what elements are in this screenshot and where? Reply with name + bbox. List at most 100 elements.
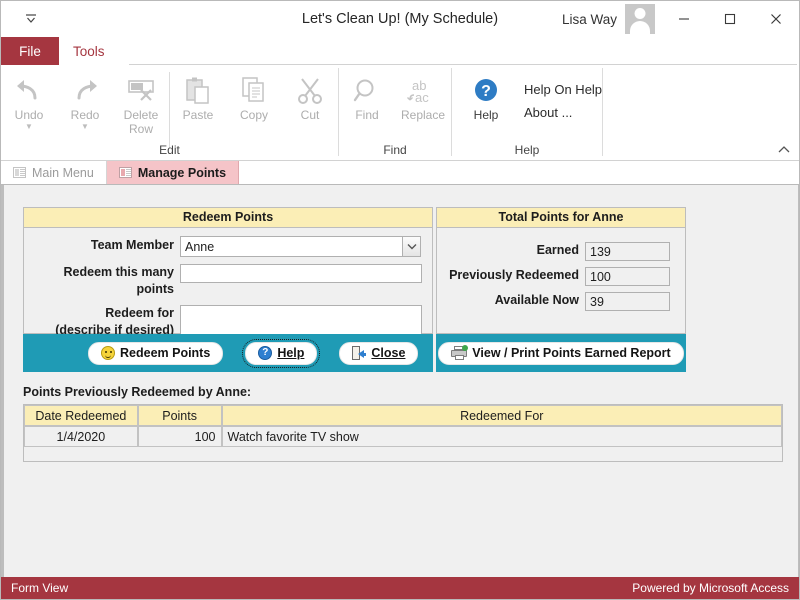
ribbon-button-cut[interactable]: Cut [282, 68, 338, 122]
ribbon-button-label: Delete Row [123, 108, 159, 136]
table-row[interactable]: 1/4/2020 100 Watch favorite TV show [24, 426, 782, 447]
document-tab-strip: Main Menu Manage Points [1, 161, 799, 185]
team-member-row: Team Member [24, 236, 432, 257]
help-circle-icon: ? [258, 346, 273, 360]
ribbon-group-title: Help [514, 143, 540, 157]
team-member-combobox[interactable] [180, 236, 421, 257]
title-bar-right-controls: Lisa Way [562, 1, 799, 37]
close-button[interactable] [753, 4, 799, 34]
close-form-button[interactable]: Close [339, 341, 419, 365]
ribbon-button-label: Undo [14, 108, 44, 122]
title-bar: Let's Clean Up! (My Schedule) Lisa Way [1, 1, 799, 37]
chevron-down-icon[interactable]: ▼ [25, 122, 33, 131]
form-icon [118, 167, 132, 178]
previously-redeemed-row: Previously Redeemed 100 [437, 267, 685, 286]
help-button[interactable]: ? Help [242, 338, 321, 368]
ribbon-empty-space [603, 65, 799, 161]
ribbon-button-label: Cut [300, 108, 320, 122]
team-member-input[interactable] [180, 236, 402, 257]
scissors-icon [295, 74, 325, 108]
ribbon: Undo ▼ Redo ▼ Delete Row Paste Copy Cut … [1, 65, 799, 161]
ribbon-group-edit: Undo ▼ Redo ▼ Delete Row Paste Copy Cut … [1, 65, 338, 161]
redeem-points-panel: Redeem Points Team Member Redeem this ma… [23, 207, 433, 340]
ab-ac-replace-icon: ab ac [406, 74, 440, 108]
redeemed-history-datasheet: Date Redeemed Points Redeemed For 1/4/20… [23, 404, 783, 462]
total-points-panel-title: Total Points for Anne [437, 208, 685, 228]
customize-quick-access-toolbar-icon[interactable] [23, 11, 39, 27]
earned-row: Earned 139 [437, 242, 685, 261]
view-print-points-report-label: View / Print Points Earned Report [472, 346, 671, 360]
redeem-points-amount-input[interactable] [180, 264, 422, 283]
status-bar-powered-by: Powered by Microsoft Access [632, 581, 789, 595]
ribbon-button-label: Copy [239, 108, 268, 122]
redo-arrow-icon [70, 74, 100, 108]
ribbon-button-delete-row[interactable]: Delete Row [113, 68, 169, 136]
column-header-points[interactable]: Points [137, 405, 222, 426]
table-header-row: Date Redeemed Points Redeemed For [24, 405, 782, 426]
svg-text:ac: ac [415, 90, 429, 105]
redeem-points-button[interactable]: Redeem Points [88, 341, 224, 365]
ribbon-button-label: Redo [70, 108, 100, 122]
ribbon-button-replace[interactable]: ab ac Replace [395, 68, 451, 122]
chevron-down-icon[interactable] [402, 236, 421, 257]
document-tab-label: Main Menu [32, 165, 94, 180]
document-tab-main-menu[interactable]: Main Menu [1, 161, 107, 184]
total-points-panel: Total Points for Anne Earned 139 Previou… [436, 207, 686, 334]
ribbon-group-title: Find [383, 143, 407, 157]
help-question-icon: ? [471, 74, 501, 108]
ribbon-button-label: Help [473, 108, 499, 122]
form-icon [13, 167, 26, 178]
svg-text:?: ? [481, 83, 491, 100]
ribbon-button-label: Paste [182, 108, 214, 122]
redeem-points-panel-title: Redeem Points [24, 208, 432, 228]
ribbon-button-help[interactable]: ? Help [458, 68, 514, 122]
status-bar-view-label: Form View [11, 581, 69, 595]
ribbon-button-find[interactable]: Find [339, 68, 395, 122]
avatar[interactable] [625, 4, 655, 34]
ribbon-tab-file[interactable]: File [1, 37, 59, 65]
previously-redeemed-value: 100 [585, 267, 670, 286]
close-form-button-label: Close [371, 346, 406, 360]
access-application-window: Let's Clean Up! (My Schedule) Lisa Way F… [0, 0, 800, 600]
chevron-down-icon[interactable]: ▼ [81, 122, 89, 131]
printer-icon [451, 345, 469, 360]
delete-row-icon [126, 74, 156, 108]
smiley-icon [101, 346, 115, 360]
clipboard-paste-icon [183, 74, 213, 108]
available-now-value: 39 [585, 292, 670, 311]
earned-value: 139 [585, 242, 670, 261]
help-link-about[interactable]: About ... [524, 101, 602, 124]
collapse-ribbon-chevron-icon[interactable] [777, 144, 791, 158]
ribbon-group-help: ? Help Help On Help About ... Help [452, 65, 602, 161]
ribbon-group-title: Edit [159, 143, 180, 157]
copy-pages-icon [239, 74, 269, 108]
ribbon-tab-tools[interactable]: Tools [59, 37, 119, 65]
redeem-amount-row: Redeem this many points [24, 264, 432, 298]
exit-door-icon [352, 346, 367, 360]
signed-in-user-name[interactable]: Lisa Way [562, 12, 617, 27]
redeem-points-amount-label: Redeem this many points [63, 265, 174, 296]
ribbon-button-copy[interactable]: Copy [226, 68, 282, 122]
cell-points[interactable]: 100 [137, 426, 222, 447]
maximize-button[interactable] [707, 4, 753, 34]
help-links-list: Help On Help About ... [514, 68, 602, 124]
ribbon-button-paste[interactable]: Paste [170, 68, 226, 122]
form-canvas: Redeem Points Team Member Redeem this ma… [1, 185, 799, 585]
view-print-points-report-button[interactable]: View / Print Points Earned Report [438, 341, 684, 365]
help-link-help-on-help[interactable]: Help On Help [524, 78, 602, 101]
cell-date-redeemed[interactable]: 1/4/2020 [24, 426, 138, 447]
status-bar: Form View Powered by Microsoft Access [1, 577, 799, 599]
ribbon-button-undo[interactable]: Undo ▼ [1, 68, 57, 131]
cell-redeemed-for[interactable]: Watch favorite TV show [221, 426, 782, 447]
quick-access-toolbar[interactable] [1, 1, 61, 37]
magnifier-icon [353, 74, 381, 108]
column-header-redeemed-for[interactable]: Redeemed For [221, 405, 782, 426]
ribbon-button-redo[interactable]: Redo ▼ [57, 68, 113, 131]
undo-arrow-icon [14, 74, 44, 108]
minimize-button[interactable] [661, 4, 707, 34]
ribbon-tab-strip: File Tools [1, 37, 799, 65]
column-header-date-redeemed[interactable]: Date Redeemed [24, 405, 138, 426]
document-tab-manage-points[interactable]: Manage Points [106, 161, 240, 184]
ribbon-group-find: Find ab ac Replace Find [339, 65, 451, 161]
redeem-points-button-label: Redeem Points [120, 346, 211, 360]
